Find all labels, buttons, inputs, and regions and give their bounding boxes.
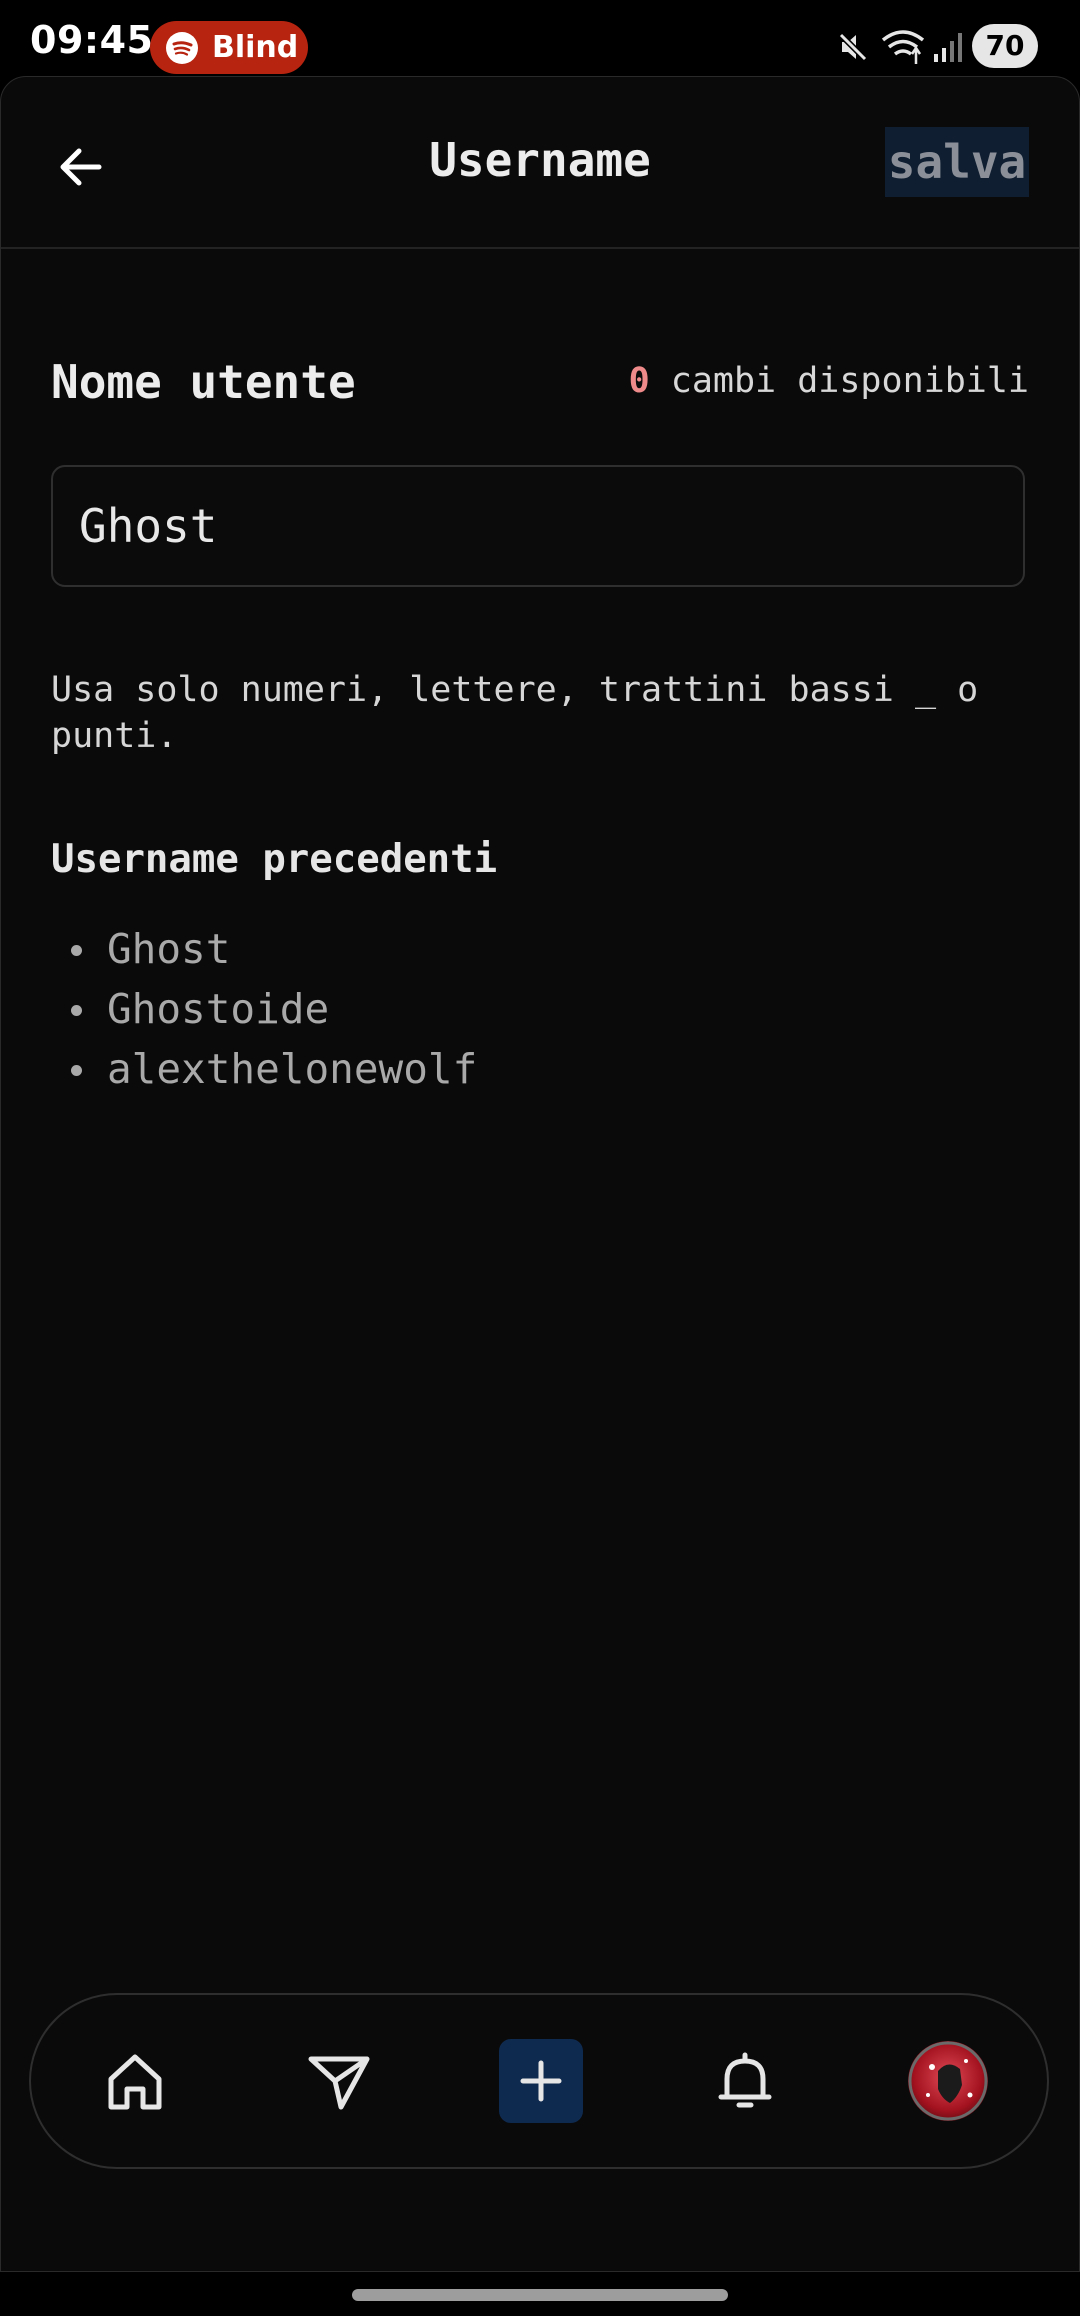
changes-text: cambi disponibili — [649, 361, 1029, 401]
previous-username: Ghostoide — [107, 985, 330, 1033]
previous-usernames-list: Ghost Ghostoide alexthelonewolf — [51, 919, 477, 1099]
home-gesture-bar[interactable] — [352, 2289, 728, 2301]
status-time: 09:45 — [30, 18, 154, 62]
save-button[interactable]: salva — [885, 127, 1029, 197]
avatar[interactable] — [908, 2041, 988, 2121]
username-input[interactable] — [51, 465, 1025, 587]
previous-usernames-title: Username precedenti — [51, 837, 498, 882]
bullet — [71, 1005, 82, 1016]
mute-icon — [837, 31, 869, 63]
spotify-now-playing-pill[interactable]: Blind — [150, 21, 308, 74]
battery-indicator: 70 — [972, 24, 1038, 68]
list-item: Ghost — [51, 919, 477, 979]
nav-messages[interactable] — [297, 2039, 381, 2123]
spotify-icon — [166, 31, 198, 64]
changes-count: 0 — [628, 361, 650, 401]
signal-icon — [934, 33, 962, 62]
available-changes: 0 cambi disponibili — [629, 361, 1029, 401]
previous-username: alexthelonewolf — [107, 1045, 478, 1093]
bullet — [71, 945, 82, 956]
home-icon — [108, 2054, 162, 2110]
wifi-icon — [881, 30, 925, 64]
app-screen: Username salva Nome utente 0 cambi dispo… — [0, 76, 1080, 2272]
profile-avatar-icon — [908, 2041, 988, 2121]
username-hint: Usa solo numeri, lettere, trattini bassi… — [51, 670, 979, 756]
bell-icon — [718, 2052, 772, 2108]
top-app-bar: Username salva — [1, 77, 1079, 249]
nav-home[interactable] — [93, 2039, 177, 2123]
bullet — [71, 1065, 82, 1076]
nav-notifications[interactable] — [703, 2039, 787, 2123]
new-post-button[interactable] — [499, 2039, 583, 2123]
plus-icon — [520, 2060, 562, 2102]
previous-username: Ghost — [107, 925, 231, 973]
spotify-track-label: Blind — [212, 30, 299, 65]
status-bar: 09:45 Blind 70 — [0, 0, 1080, 78]
list-item: alexthelonewolf — [51, 1039, 477, 1099]
username-label: Nome utente — [51, 355, 356, 409]
send-icon — [308, 2056, 370, 2110]
list-item: Ghostoide — [51, 979, 477, 1039]
bottom-navigation — [29, 1993, 1049, 2169]
